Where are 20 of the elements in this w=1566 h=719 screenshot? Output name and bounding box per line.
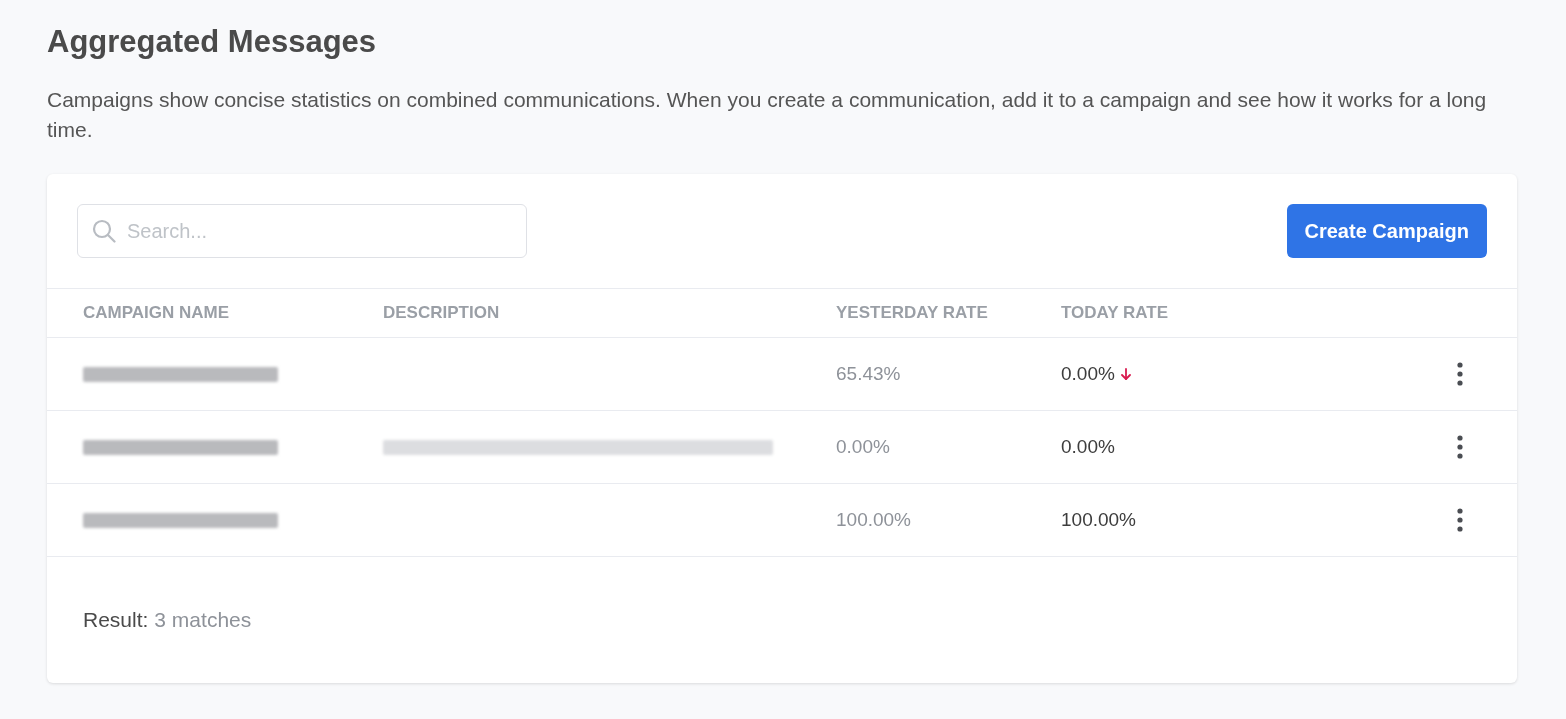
column-header: YESTERDAY RATE bbox=[836, 303, 988, 323]
result-count: 3 matches bbox=[154, 608, 252, 632]
column-header: CAMPAIGN NAME bbox=[83, 303, 230, 323]
column-header: TODAY RATE bbox=[1061, 303, 1169, 323]
table-cell: 0.00% bbox=[836, 435, 890, 457]
table-cell-text: 0.00% bbox=[1061, 361, 1115, 386]
table-cell: 65.43% bbox=[836, 362, 901, 384]
create-campaign-button[interactable]: Create Campaign bbox=[1286, 204, 1487, 258]
page-title: Aggregated Messages bbox=[47, 23, 377, 61]
column-header: DESCRIPTION bbox=[383, 303, 500, 323]
page-description: Campaigns show concise statistics on combined communications. When you create a communication, add it to a campaign and see how it works for a long time. bbox=[47, 87, 1488, 143]
kebab-menu-icon bbox=[1457, 508, 1463, 532]
kebab-menu-icon bbox=[1457, 435, 1463, 459]
search-field[interactable]: Search... bbox=[77, 204, 527, 258]
table-cell-text: 0.00% bbox=[1061, 434, 1115, 459]
search-icon bbox=[92, 219, 116, 243]
result-label: Result: bbox=[83, 608, 149, 632]
table-cell: 100.00% bbox=[836, 508, 911, 530]
table-cell-text: 100.00% bbox=[1061, 507, 1136, 532]
kebab-menu-icon bbox=[1457, 362, 1463, 386]
